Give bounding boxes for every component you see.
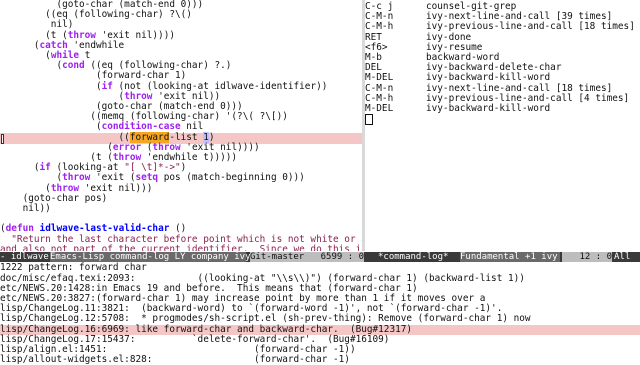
modeline-git-branch[interactable]: Git-master: [250, 252, 306, 262]
command-log-key: M-DEL: [365, 103, 394, 114]
command-log-command: ivy-backward-kill-word: [426, 103, 551, 114]
modeline-right-position: 12 : 0: [562, 252, 612, 262]
command-log-cursor-line[interactable]: [365, 114, 373, 127]
command-log-row: C-M-h ivy-previous-line-and-call [18 time…: [365, 22, 635, 32]
modeline-right-mode[interactable]: Fundamental +1 ivy: [460, 252, 560, 262]
code-editor-pane[interactable]: (goto-char (match-end 0))) ((eq (followi…: [0, 0, 362, 251]
modeline-all: All: [614, 252, 640, 262]
minibuffer[interactable]: 1222 pattern: forward char doc/misc/efaq…: [0, 262, 640, 365]
modeline-modes[interactable]: Emacs-Lisp command-log LY company ivy: [50, 252, 250, 262]
modeline-left-buffer[interactable]: - idlwave.el: [0, 252, 65, 262]
search-result[interactable]: lisp/ChangeLog.12:5708: * progmodes/sh-s…: [0, 314, 640, 324]
code-line[interactable]: and also not part of the current identif…: [0, 244, 362, 251]
modeline-position: 6599 : 0: [306, 252, 364, 262]
command-log-row: M-DEL ivy-backward-kill-word: [365, 103, 551, 114]
search-result[interactable]: lisp/allout-widgets.el:828: (forward-cha…: [0, 354, 640, 365]
minibuffer-prompt[interactable]: 1222 pattern: forward char: [0, 262, 152, 273]
modeline-right-buffer[interactable]: *command-log*: [378, 252, 458, 262]
command-log-pane[interactable]: C-c j counsel-git-grep C-M-n ivy-next-line-…: [365, 0, 640, 251]
cursor-icon: [365, 114, 373, 126]
mode-line: - idlwave.el Emacs-Lisp command-log LY c…: [0, 252, 640, 262]
